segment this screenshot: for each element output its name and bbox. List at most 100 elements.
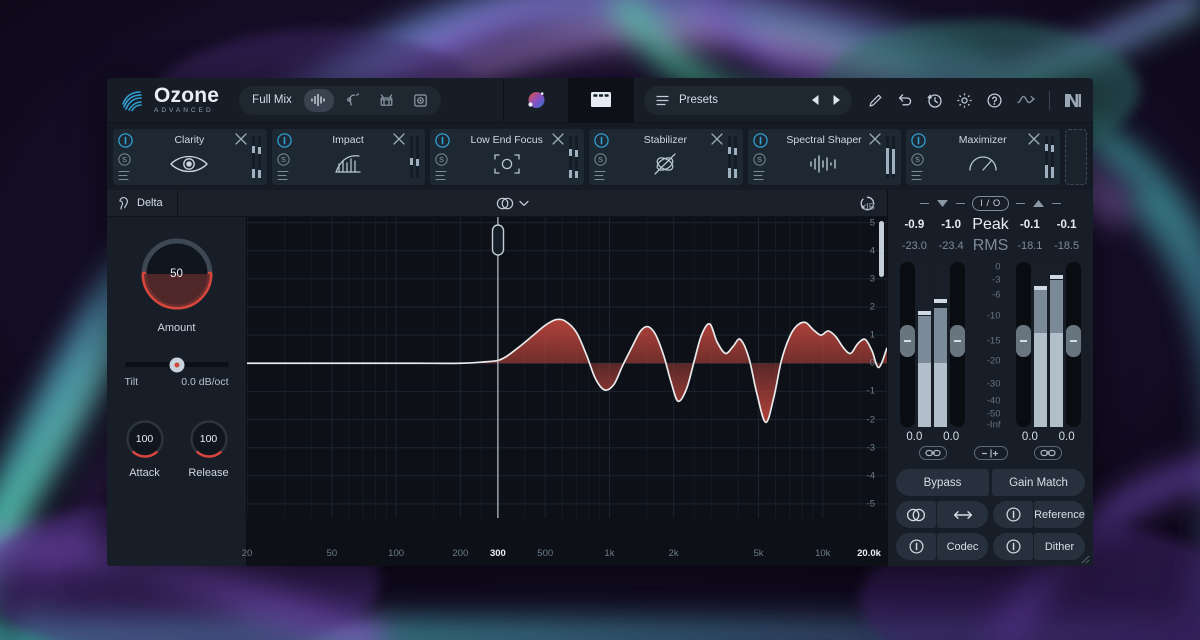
input-peak-left: -0.9 xyxy=(904,219,925,231)
presets-list-icon xyxy=(656,95,669,105)
module-power-icon[interactable] xyxy=(435,133,451,148)
output-fader-right[interactable] xyxy=(1065,262,1081,427)
module-solo-icon[interactable]: S xyxy=(594,152,607,166)
mix-btn-full-mix[interactable] xyxy=(303,88,334,112)
output-gain-right[interactable]: 0.0 xyxy=(1048,431,1085,443)
module-menu-icon[interactable] xyxy=(277,170,290,181)
reset-view-button[interactable] xyxy=(847,195,887,212)
output-gain-left[interactable]: 0.0 xyxy=(1012,431,1049,443)
input-fader-right[interactable] xyxy=(950,262,966,427)
module-close-button[interactable] xyxy=(235,133,247,145)
mix-btn-vocal[interactable] xyxy=(338,89,368,112)
mix-btn-focus[interactable] xyxy=(406,89,436,112)
power-icon xyxy=(908,539,924,554)
ni-logo-icon[interactable] xyxy=(1063,92,1083,109)
delta-button[interactable]: Delta xyxy=(107,190,177,217)
input-gain-right[interactable]: 0.0 xyxy=(933,431,970,443)
bypass-button[interactable]: Bypass xyxy=(896,469,989,496)
module-power-icon[interactable] xyxy=(276,133,292,148)
tilt-slider-handle[interactable] xyxy=(169,357,184,372)
module-power-icon[interactable] xyxy=(118,133,133,148)
mix-btn-drums[interactable] xyxy=(372,89,402,112)
module-solo-icon[interactable]: S xyxy=(118,152,131,166)
add-module-slot[interactable] xyxy=(1065,129,1088,185)
module-stabilizer[interactable]: S Stabilizer xyxy=(589,129,743,185)
input-link-button[interactable] xyxy=(918,446,947,460)
waveform-route-icon[interactable] xyxy=(1016,92,1036,108)
input-dash-right xyxy=(956,203,966,204)
module-solo-icon[interactable]: S xyxy=(911,152,925,166)
eq-curve-plot[interactable] xyxy=(247,217,887,539)
undo-icon[interactable] xyxy=(897,92,913,108)
module-spectral-shaper[interactable]: S Spectral Shaper xyxy=(747,129,902,185)
module-close-button[interactable] xyxy=(393,133,405,145)
module-solo-icon[interactable]: S xyxy=(752,152,766,166)
module-impact[interactable]: S Impact xyxy=(271,129,426,185)
history-icon[interactable] xyxy=(926,92,943,109)
frequency-tick: 20 xyxy=(241,548,253,559)
attack-control[interactable]: 100 Attack xyxy=(124,418,166,479)
trim-cell xyxy=(970,446,1012,460)
input-fader-left[interactable] xyxy=(900,262,916,427)
codec-button[interactable]: Codec xyxy=(937,533,988,560)
module-title: Low End Focus xyxy=(470,134,543,146)
resize-grip-icon[interactable] xyxy=(1079,553,1090,564)
pencil-icon[interactable] xyxy=(868,92,884,108)
tab-assistant[interactable] xyxy=(504,78,568,123)
dither-button[interactable]: Dither xyxy=(1034,533,1085,560)
module-title: Spectral Shaper xyxy=(786,134,862,146)
module-close-button[interactable] xyxy=(711,133,723,145)
gain-trim-button[interactable] xyxy=(973,446,1008,460)
output-link-button[interactable] xyxy=(1034,446,1063,460)
crossover-handle[interactable] xyxy=(490,223,506,257)
stereo-mode-button[interactable] xyxy=(896,501,936,528)
io-toggle[interactable]: I / O xyxy=(972,196,1009,211)
help-icon[interactable] xyxy=(986,92,1003,109)
reference-power-button[interactable] xyxy=(993,501,1033,528)
gain-match-button[interactable]: Gain Match xyxy=(992,469,1085,496)
svg-text:S: S xyxy=(915,155,920,164)
tilt-label: Tilt xyxy=(124,376,139,388)
module-clarity[interactable]: S Clarity xyxy=(113,129,267,185)
tilt-slider-track[interactable] xyxy=(124,357,229,372)
module-menu-icon[interactable] xyxy=(753,170,766,181)
svg-text:S: S xyxy=(598,155,603,164)
module-power-icon[interactable] xyxy=(594,133,609,148)
module-low-end-focus[interactable]: S Low End Focus xyxy=(430,129,585,185)
gear-icon[interactable] xyxy=(956,92,973,109)
module-menu-icon[interactable] xyxy=(594,170,607,181)
width-button[interactable] xyxy=(937,501,988,528)
meter-scale-tick: -Inf xyxy=(986,419,1001,431)
module-power-icon[interactable] xyxy=(911,133,927,148)
module-meters xyxy=(879,133,896,181)
module-solo-icon[interactable]: S xyxy=(276,152,290,166)
dither-power-button[interactable] xyxy=(993,533,1033,560)
graph-scrollbar[interactable] xyxy=(879,221,884,277)
meter-scale-tick: -20 xyxy=(986,355,1001,367)
module-maximizer[interactable]: S Maximizer xyxy=(906,129,1061,185)
module-menu-icon[interactable] xyxy=(435,170,448,181)
attack-knob[interactable]: 100 xyxy=(124,418,166,460)
codec-power-button[interactable] xyxy=(896,533,936,560)
module-menu-icon[interactable] xyxy=(911,170,924,181)
module-close-button[interactable] xyxy=(552,133,564,145)
release-knob[interactable]: 100 xyxy=(188,418,230,460)
release-control[interactable]: 100 Release xyxy=(188,418,230,479)
reference-button[interactable]: Reference xyxy=(1034,501,1085,528)
tab-modules[interactable] xyxy=(569,78,633,123)
preset-prev-icon[interactable] xyxy=(810,94,821,106)
preset-next-icon[interactable] xyxy=(831,94,842,106)
output-fader-left[interactable] xyxy=(1015,262,1031,427)
presets-control[interactable]: Presets xyxy=(644,85,852,115)
channel-mode-selector[interactable] xyxy=(178,196,847,211)
module-power-icon[interactable] xyxy=(752,133,768,148)
spectrum-graph[interactable]: 5 4 3 2 1 0 -1 -2 -3 -4 -5 dB 20 50 100 200 300 500 1k 2k 5… xyxy=(242,201,887,566)
tilt-slider[interactable]: Tilt 0.0 dB/oct xyxy=(124,357,229,388)
input-gain-left[interactable]: 0.0 xyxy=(896,431,933,443)
module-close-button[interactable] xyxy=(1028,133,1040,145)
module-close-button[interactable] xyxy=(869,133,881,145)
module-menu-icon[interactable] xyxy=(118,170,131,181)
amount-knob[interactable]: 50 xyxy=(138,235,216,313)
gain-values-row: 0.0 0.0 0.0 0.0 xyxy=(896,431,1085,443)
module-solo-icon[interactable]: S xyxy=(435,152,449,166)
